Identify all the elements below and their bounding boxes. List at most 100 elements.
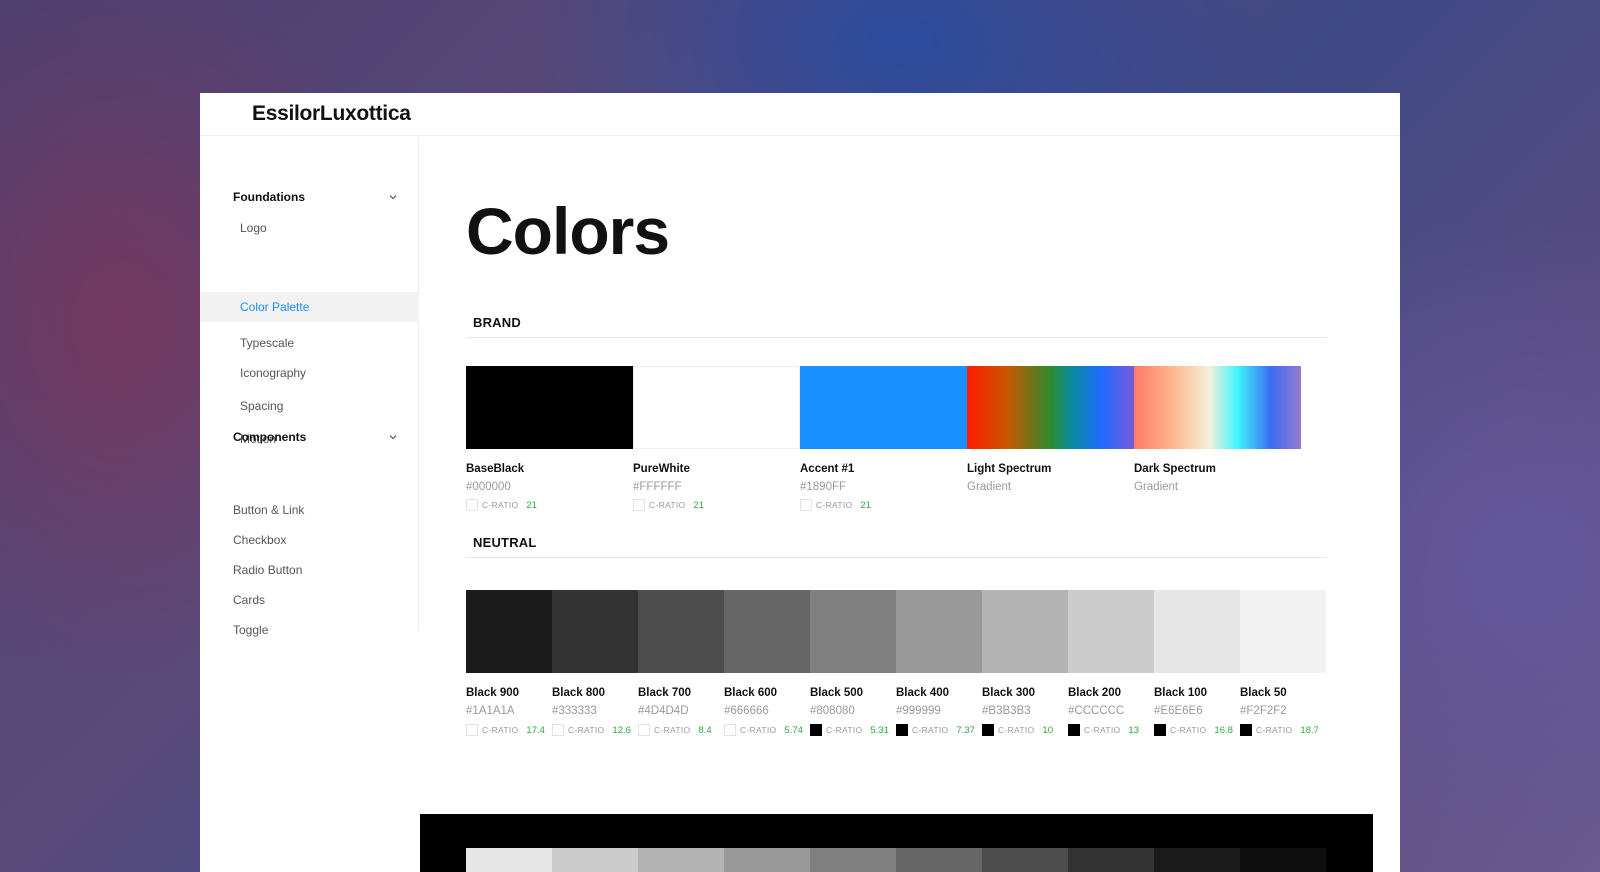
- dark-preview-swatch[interactable]: [552, 848, 638, 872]
- swatch-hex: #CCCCCC: [1068, 705, 1125, 717]
- swatch-name: BaseBlack: [466, 463, 525, 475]
- ratio-value: 16.8: [1214, 724, 1233, 736]
- swatch-black-800[interactable]: [552, 590, 638, 673]
- dark-preview-swatch[interactable]: [1154, 848, 1240, 872]
- app-window: EssilorLuxottica Foundations Logo Color …: [200, 93, 1400, 872]
- swatch-black-300[interactable]: [982, 590, 1068, 673]
- contrast-ratio: C-RATIO 13: [1068, 724, 1139, 736]
- contrast-ratio: C-RATIO 8.4: [638, 724, 712, 736]
- swatch-hex: #F2F2F2: [1240, 705, 1287, 717]
- neutral-heading: NEUTRAL: [473, 535, 537, 550]
- ratio-value: 10: [1042, 724, 1053, 736]
- dark-preview-swatch[interactable]: [724, 848, 810, 872]
- sidebar-item-toggle[interactable]: Toggle: [233, 621, 268, 639]
- swatch-black-700[interactable]: [638, 590, 724, 673]
- swatch-dark-spectrum[interactable]: [1134, 366, 1301, 449]
- swatch-name: Black 100: [1154, 687, 1208, 699]
- sidebar-section-label: Foundations: [233, 190, 305, 204]
- ratio-value: 21: [860, 499, 871, 511]
- dark-preview-swatch[interactable]: [896, 848, 982, 872]
- ratio-value: 21: [526, 499, 537, 511]
- sidebar-item-typescale[interactable]: Typescale: [240, 334, 294, 352]
- ratio-label: C-RATIO: [649, 500, 686, 510]
- swatch-name: Black 900: [466, 687, 520, 699]
- contrast-ratio: C-RATIO 5.31: [810, 724, 889, 736]
- sidebar-item-button-link[interactable]: Button & Link: [233, 501, 304, 519]
- sidebar: Foundations Logo Color Palette Typescale…: [200, 137, 419, 637]
- contrast-ratio: C-RATIO 17.4: [466, 724, 545, 736]
- dark-preview-swatch[interactable]: [1068, 848, 1154, 872]
- swatch-black-50[interactable]: [1240, 590, 1326, 673]
- sidebar-item-radio-button[interactable]: Radio Button: [233, 561, 302, 579]
- swatch-hex: #808080: [810, 705, 855, 717]
- ratio-label: C-RATIO: [482, 500, 519, 510]
- swatch-hex: #4D4D4D: [638, 705, 689, 717]
- swatch-black-600[interactable]: [724, 590, 810, 673]
- swatch-hex: #B3B3B3: [982, 705, 1031, 717]
- contrast-ratio: C-RATIO 7.37: [896, 724, 975, 736]
- swatch-hex: #1A1A1A: [466, 705, 515, 717]
- ratio-label: C-RATIO: [1170, 725, 1207, 735]
- ratio-value: 8.4: [698, 724, 712, 736]
- sidebar-section-foundations[interactable]: Foundations: [233, 187, 398, 207]
- ratio-value: 12.6: [612, 724, 631, 736]
- chevron-down-icon[interactable]: [388, 432, 398, 442]
- swatch-hex: #999999: [896, 705, 941, 717]
- dark-preview-swatch[interactable]: [982, 848, 1068, 872]
- sidebar-item-logo[interactable]: Logo: [240, 219, 267, 237]
- ratio-swatch-icon: [896, 724, 908, 736]
- swatch-light-spectrum[interactable]: [967, 366, 1134, 449]
- ratio-label: C-RATIO: [654, 725, 691, 735]
- contrast-ratio: C-RATIO 21: [633, 499, 704, 511]
- dark-preview-panel: [420, 814, 1373, 872]
- page-title: Colors: [466, 194, 670, 268]
- swatch-name: Dark Spectrum: [1134, 463, 1216, 475]
- chevron-down-icon[interactable]: [388, 192, 398, 202]
- ratio-value: 21: [693, 499, 704, 511]
- ratio-swatch-icon: [1240, 724, 1252, 736]
- swatch-black-900[interactable]: [466, 590, 552, 673]
- swatch-black-400[interactable]: [896, 590, 982, 673]
- ratio-label: C-RATIO: [740, 725, 777, 735]
- swatch-name: Accent #1: [800, 463, 855, 475]
- swatch-name: Black 700: [638, 687, 692, 699]
- sidebar-section-components[interactable]: Components: [233, 427, 398, 447]
- sidebar-item-cards[interactable]: Cards: [233, 591, 265, 609]
- sidebar-item-label: Color Palette: [240, 300, 310, 314]
- brand-divider: [466, 337, 1327, 338]
- dark-preview-swatch[interactable]: [1240, 848, 1326, 872]
- ratio-label: C-RATIO: [998, 725, 1035, 735]
- ratio-label: C-RATIO: [1256, 725, 1293, 735]
- swatch-baseblack[interactable]: [466, 366, 633, 449]
- ratio-swatch-icon: [800, 499, 812, 511]
- swatch-name: Black 200: [1068, 687, 1122, 699]
- ratio-swatch-icon: [638, 724, 650, 736]
- ratio-label: C-RATIO: [482, 725, 519, 735]
- sidebar-item-spacing[interactable]: Spacing: [240, 397, 283, 415]
- swatch-black-200[interactable]: [1068, 590, 1154, 673]
- contrast-ratio: C-RATIO 12.6: [552, 724, 631, 736]
- ratio-value: 5.31: [870, 724, 889, 736]
- swatch-hex: #E6E6E6: [1154, 705, 1203, 717]
- contrast-ratio: C-RATIO 21: [466, 499, 537, 511]
- dark-preview-swatch[interactable]: [466, 848, 552, 872]
- contrast-ratio: C-RATIO 10: [982, 724, 1053, 736]
- dark-preview-swatch[interactable]: [638, 848, 724, 872]
- swatch-black-500[interactable]: [810, 590, 896, 673]
- swatch-accent-1[interactable]: [800, 366, 967, 449]
- dark-preview-swatch[interactable]: [810, 848, 896, 872]
- ratio-swatch-icon: [810, 724, 822, 736]
- sidebar-item-color-palette[interactable]: Color Palette: [200, 292, 419, 322]
- brand-logo[interactable]: EssilorLuxottica: [252, 102, 411, 126]
- sidebar-item-iconography[interactable]: Iconography: [240, 364, 306, 382]
- swatch-purewhite[interactable]: [633, 366, 800, 449]
- ratio-label: C-RATIO: [568, 725, 605, 735]
- swatch-name: Black 300: [982, 687, 1036, 699]
- swatch-black-100[interactable]: [1154, 590, 1240, 673]
- ratio-label: C-RATIO: [912, 725, 949, 735]
- contrast-ratio: C-RATIO 5.74: [724, 724, 803, 736]
- ratio-label: C-RATIO: [816, 500, 853, 510]
- swatch-hex: #FFFFFF: [633, 481, 682, 493]
- ratio-swatch-icon: [724, 724, 736, 736]
- sidebar-item-checkbox[interactable]: Checkbox: [233, 531, 286, 549]
